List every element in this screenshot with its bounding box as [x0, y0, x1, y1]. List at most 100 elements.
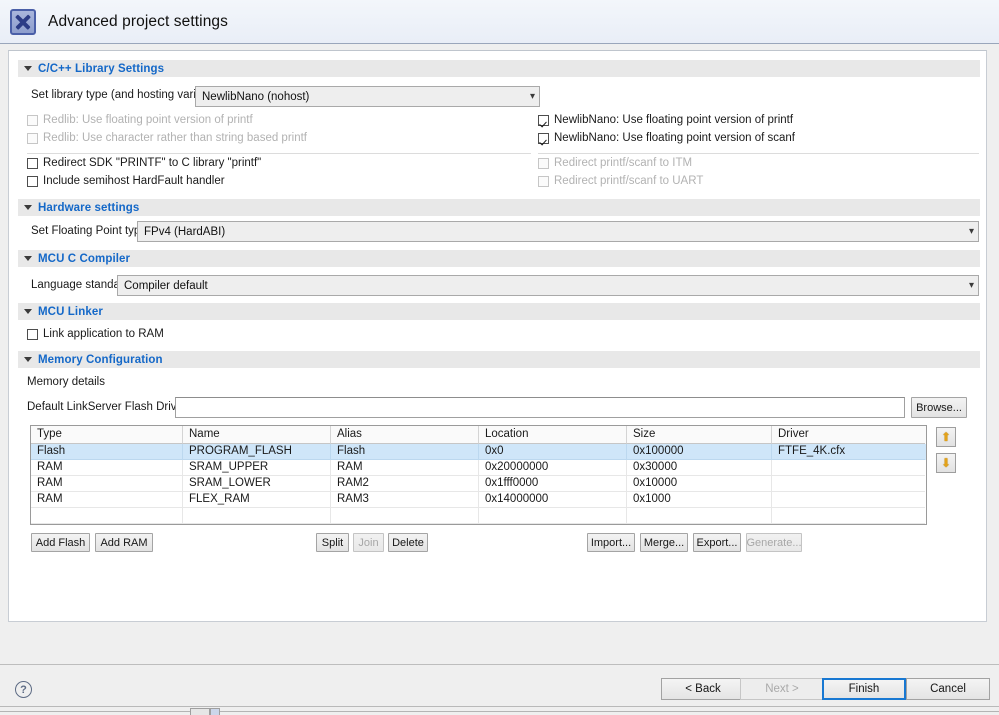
- cell-location: 0x1fff0000: [479, 476, 627, 492]
- help-icon[interactable]: ?: [15, 681, 32, 698]
- cell-location: 0x20000000: [479, 460, 627, 476]
- cell-alias: RAM2: [331, 476, 479, 492]
- checkbox-redirect-itm[interactable]: Redirect printf/scanf to ITM: [538, 157, 692, 169]
- section-title-linker: MCU Linker: [38, 306, 103, 318]
- cell-type: RAM: [31, 460, 183, 476]
- merge-button[interactable]: Merge...: [640, 533, 688, 552]
- floating-point-combo[interactable]: FPv4 (HardABI) ▾: [137, 221, 979, 242]
- checkbox-label: Redlib: Use floating point version of pr…: [43, 114, 253, 126]
- export-button[interactable]: Export...: [693, 533, 741, 552]
- checkbox-box: [538, 176, 549, 187]
- cancel-button[interactable]: Cancel: [906, 678, 990, 700]
- column-header-size[interactable]: Size: [627, 426, 772, 444]
- cell-name: FLEX_RAM: [183, 492, 331, 508]
- checkbox-label: NewlibNano: Use floating point version o…: [554, 114, 793, 126]
- section-header-memory[interactable]: Memory Configuration: [18, 351, 980, 368]
- checkbox-box: [538, 115, 549, 126]
- split-button[interactable]: Split: [316, 533, 349, 552]
- cell-location: 0x0: [479, 444, 627, 460]
- chevron-down-icon: [24, 309, 32, 314]
- cell-alias: Flash: [331, 444, 479, 460]
- language-standard-combo[interactable]: Compiler default ▾: [117, 275, 979, 296]
- cell-name: SRAM_UPPER: [183, 460, 331, 476]
- checkbox-box: [538, 133, 549, 144]
- section-title-library: C/C++ Library Settings: [38, 63, 164, 75]
- checkbox-include-semihost-hardfault[interactable]: Include semihost HardFault handler: [27, 175, 225, 187]
- checkbox-box: [27, 176, 38, 187]
- checkbox-label: NewlibNano: Use floating point version o…: [554, 132, 795, 144]
- column-header-alias[interactable]: Alias: [331, 426, 479, 444]
- table-row[interactable]: [31, 508, 926, 524]
- column-header-name[interactable]: Name: [183, 426, 331, 444]
- section-title-compiler: MCU C Compiler: [38, 253, 130, 265]
- delete-button[interactable]: Delete: [388, 533, 428, 552]
- arrow-up-icon: ⬆: [941, 431, 951, 443]
- cell-size: [627, 508, 772, 524]
- import-button[interactable]: Import...: [587, 533, 635, 552]
- checkbox-redlib-char-printf[interactable]: Redlib: Use character rather than string…: [27, 132, 307, 144]
- back-button[interactable]: < Back: [661, 678, 745, 700]
- chevron-down-icon: [24, 357, 32, 362]
- column-header-type[interactable]: Type: [31, 426, 183, 444]
- memory-table-header: Type Name Alias Location Size Driver: [31, 426, 926, 444]
- x-logo-icon: [10, 9, 36, 35]
- desktop-divider: [0, 706, 999, 707]
- cell-driver: [772, 460, 925, 476]
- chevron-down-icon: [24, 256, 32, 261]
- floating-point-label: Set Floating Point type: [31, 225, 147, 237]
- library-type-value: NewlibNano (nohost): [202, 91, 309, 103]
- table-row[interactable]: RAM SRAM_UPPER RAM 0x20000000 0x30000: [31, 460, 926, 476]
- checkbox-box: [27, 115, 38, 126]
- move-down-button[interactable]: ⬇: [936, 453, 956, 473]
- cell-size: 0x30000: [627, 460, 772, 476]
- floating-point-value: FPv4 (HardABI): [144, 226, 225, 238]
- table-row[interactable]: RAM SRAM_LOWER RAM2 0x1fff0000 0x10000: [31, 476, 926, 492]
- section-header-library[interactable]: C/C++ Library Settings: [18, 60, 980, 77]
- background-window-fragment: [190, 708, 210, 715]
- memory-table[interactable]: Type Name Alias Location Size Driver Fla…: [30, 425, 927, 525]
- table-row[interactable]: RAM FLEX_RAM RAM3 0x14000000 0x1000: [31, 492, 926, 508]
- checkbox-label: Redirect printf/scanf to ITM: [554, 157, 692, 169]
- add-flash-button[interactable]: Add Flash: [31, 533, 90, 552]
- divider-left: [27, 153, 531, 154]
- section-header-linker[interactable]: MCU Linker: [18, 303, 980, 320]
- cell-name: PROGRAM_FLASH: [183, 444, 331, 460]
- arrow-down-icon: ⬇: [941, 457, 951, 469]
- divider-right: [538, 153, 979, 154]
- dialog-title: Advanced project settings: [48, 13, 228, 31]
- flash-driver-label: Default LinkServer Flash Driver: [27, 401, 187, 413]
- checkbox-box: [27, 158, 38, 169]
- section-title-memory: Memory Configuration: [38, 354, 163, 366]
- background-window-fragment-accent: [210, 708, 220, 715]
- column-header-driver[interactable]: Driver: [772, 426, 925, 444]
- checkbox-link-application-to-ram[interactable]: Link application to RAM: [27, 328, 164, 340]
- library-type-label: Set library type (and hosting variant): [31, 89, 216, 101]
- dialog-advanced-project-settings: Advanced project settings C/C++ Library …: [0, 0, 999, 715]
- checkbox-redirect-uart[interactable]: Redirect printf/scanf to UART: [538, 175, 703, 187]
- cell-alias: [331, 508, 479, 524]
- cell-size: 0x1000: [627, 492, 772, 508]
- library-type-combo[interactable]: NewlibNano (nohost) ▾: [195, 86, 540, 107]
- checkbox-redirect-sdk-printf[interactable]: Redirect SDK "PRINTF" to C library "prin…: [27, 157, 261, 169]
- browse-button[interactable]: Browse...: [911, 397, 967, 418]
- flash-driver-input[interactable]: [175, 397, 905, 418]
- cell-name: [183, 508, 331, 524]
- cell-driver: [772, 476, 925, 492]
- finish-button[interactable]: Finish: [822, 678, 906, 700]
- section-header-hardware[interactable]: Hardware settings: [18, 199, 980, 216]
- checkbox-label: Include semihost HardFault handler: [43, 175, 225, 187]
- move-up-button[interactable]: ⬆: [936, 427, 956, 447]
- section-header-compiler[interactable]: MCU C Compiler: [18, 250, 980, 267]
- cell-alias: RAM: [331, 460, 479, 476]
- checkbox-label: Link application to RAM: [43, 328, 164, 340]
- table-row[interactable]: Flash PROGRAM_FLASH Flash 0x0 0x100000 F…: [31, 444, 926, 460]
- cell-driver: [772, 492, 925, 508]
- chevron-down-icon: [24, 205, 32, 210]
- checkbox-newlibnano-float-printf[interactable]: NewlibNano: Use floating point version o…: [538, 114, 793, 126]
- chevron-down-icon: ▾: [969, 281, 974, 291]
- add-ram-button[interactable]: Add RAM: [95, 533, 153, 552]
- checkbox-redlib-float-printf[interactable]: Redlib: Use floating point version of pr…: [27, 114, 253, 126]
- checkbox-newlibnano-float-scanf[interactable]: NewlibNano: Use floating point version o…: [538, 132, 795, 144]
- chevron-down-icon: ▾: [969, 227, 974, 237]
- column-header-location[interactable]: Location: [479, 426, 627, 444]
